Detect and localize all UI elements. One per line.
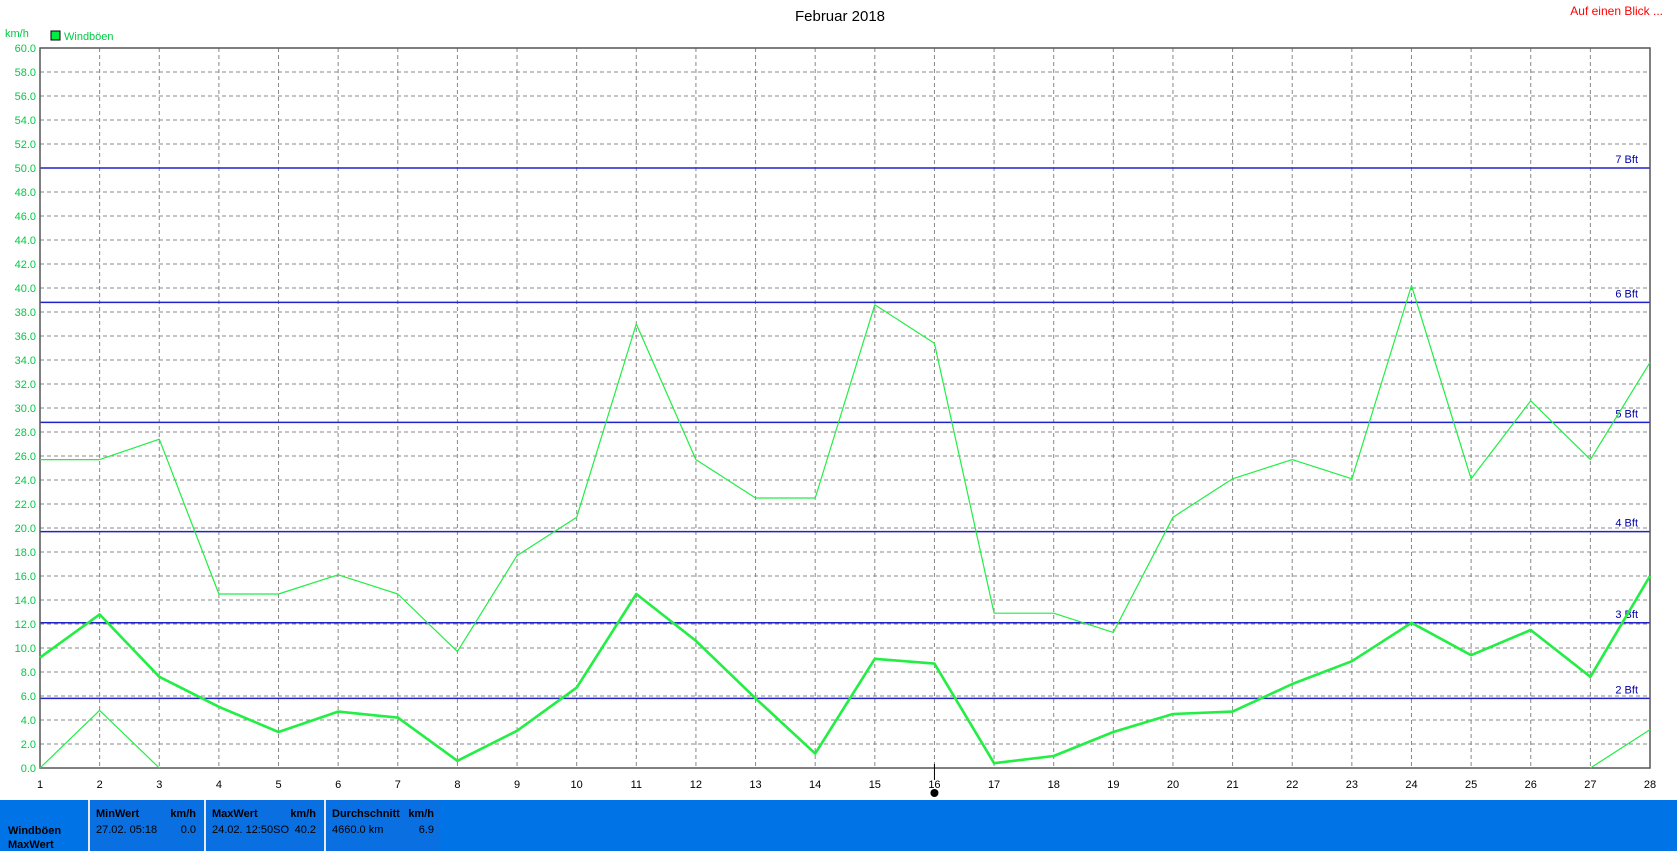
- y-tick-label: 10.0: [15, 643, 36, 655]
- overview-link[interactable]: Auf einen Blick ...: [1570, 4, 1663, 18]
- y-tick-label: 24.0: [15, 475, 36, 487]
- x-tick-label: 13: [749, 779, 761, 791]
- y-tick-label: 30.0: [15, 403, 36, 415]
- avg-unit: km/h: [408, 808, 434, 820]
- y-tick-label: 18.0: [15, 547, 36, 559]
- y-tick-label: 54.0: [15, 115, 36, 127]
- stats-row-labels: Windböen MaxWert: [8, 824, 61, 852]
- max-unit: km/h: [290, 808, 316, 820]
- chart-title: Februar 2018: [795, 8, 885, 25]
- y-tick-label: 26.0: [15, 451, 36, 463]
- max-header: MaxWert: [212, 808, 258, 820]
- axes: 0.0 2.0 4.0 6.0 8.0 10.0 12.0 14.0 16.0 18.0 20.0 2…: [15, 43, 1656, 797]
- x-tick-label: 18: [1048, 779, 1060, 791]
- y-tick-label: 56.0: [15, 91, 36, 103]
- y-tick-label: 38.0: [15, 307, 36, 319]
- y-tick-label: 42.0: [15, 259, 36, 271]
- beaufort-label: 6 Bft: [1615, 288, 1638, 300]
- max-panel: MaxWert km/h 24.02. 12:50SO 40.2: [204, 800, 322, 851]
- avg-value: 6.9: [418, 824, 434, 836]
- y-axis-unit: km/h: [5, 28, 29, 40]
- avg-distance: 4660.0 km: [332, 824, 384, 836]
- x-tick-label: 1: [37, 779, 43, 791]
- y-tick-label: 28.0: [15, 427, 36, 439]
- legend-swatch: [50, 30, 61, 41]
- series-line-max: [40, 285, 1651, 653]
- y-tick-label: 48.0: [15, 187, 36, 199]
- max-value: 40.2: [294, 824, 316, 836]
- x-tick-label: 23: [1346, 779, 1358, 791]
- x-tick-label: 4: [216, 779, 222, 791]
- y-tick-label: 22.0: [15, 499, 36, 511]
- min-header: MinWert: [96, 808, 140, 820]
- stats-row-windboeen: Windböen: [8, 825, 62, 837]
- legend-label[interactable]: Windböen: [64, 31, 114, 43]
- y-tick-label: 50.0: [15, 163, 36, 175]
- beaufort-label: 7 Bft: [1615, 154, 1638, 166]
- stats-bar: Windböen MaxWert MinWert km/h 27.02. 05:1…: [0, 800, 1677, 851]
- avg-panel: Durchschnitt km/h 4660.0 km 6.9: [324, 800, 440, 851]
- y-tick-label: 52.0: [15, 139, 36, 151]
- y-tick-label: 40.0: [15, 283, 36, 295]
- y-tick-label: 58.0: [15, 67, 36, 79]
- wind-chart: Februar 2018 km/h Windböen 2 Bft3 Bft4 B…: [5, 8, 1656, 797]
- x-tick-label: 2: [97, 779, 103, 791]
- x-tick-label: 12: [690, 779, 702, 791]
- x-tick-label: 24: [1405, 779, 1417, 791]
- x-tick-label: 9: [514, 779, 520, 791]
- x-tick-label: 8: [454, 779, 460, 791]
- x-tick-label: 20: [1167, 779, 1179, 791]
- y-tick-label: 36.0: [15, 331, 36, 343]
- y-tick-label: 6.0: [21, 691, 36, 703]
- x-tick-label: 28: [1644, 779, 1656, 791]
- series-line-avg: [39, 575, 1652, 765]
- x-tick-label: 17: [988, 779, 1000, 791]
- y-tick-label: 14.0: [15, 595, 36, 607]
- day-marker-dot: [930, 789, 939, 797]
- y-tick-label: 12.0: [15, 619, 36, 631]
- beaufort-label: 4 Bft: [1615, 518, 1638, 530]
- min-date: 27.02. 05:18: [96, 824, 158, 836]
- avg-header: Durchschnitt: [332, 808, 400, 820]
- grid: [40, 48, 1650, 768]
- y-tick-label: 16.0: [15, 571, 36, 583]
- y-tick-label: 44.0: [15, 235, 36, 247]
- y-tick-label: 20.0: [15, 523, 36, 535]
- x-tick-label: 26: [1525, 779, 1537, 791]
- x-tick-label: 15: [869, 779, 881, 791]
- x-tick-label: 14: [809, 779, 821, 791]
- x-tick-label: 6: [335, 779, 341, 791]
- y-tick-label: 8.0: [21, 667, 36, 679]
- y-tick-label: 34.0: [15, 355, 36, 367]
- stats-row-maxwert: MaxWert: [8, 839, 54, 851]
- y-tick-label: 2.0: [21, 739, 36, 751]
- x-tick-label: 27: [1584, 779, 1596, 791]
- series-line-min: [39, 709, 1651, 769]
- min-unit: km/h: [170, 808, 196, 820]
- y-tick-label: 0.0: [21, 763, 36, 775]
- max-date: 24.02. 12:50SO: [212, 824, 290, 836]
- y-tick-label: 4.0: [21, 715, 36, 727]
- x-tick-label: 10: [571, 779, 583, 791]
- x-tick-label: 11: [631, 779, 642, 791]
- y-tick-label: 32.0: [15, 379, 36, 391]
- y-tick-label: 46.0: [15, 211, 36, 223]
- x-tick-label: 3: [156, 779, 162, 791]
- x-tick-label: 19: [1107, 779, 1119, 791]
- beaufort-label: 2 Bft: [1615, 684, 1638, 696]
- x-tick-label: 7: [395, 779, 401, 791]
- x-tick-label: 21: [1226, 779, 1238, 791]
- min-value: 0.0: [180, 824, 196, 836]
- beaufort-lines: 2 Bft3 Bft4 Bft5 Bft6 Bft7 Bft: [40, 154, 1650, 700]
- y-tick-label: 60.0: [15, 43, 36, 55]
- x-tick-label: 5: [275, 779, 281, 791]
- min-panel: MinWert km/h 27.02. 05:18 0.0: [88, 800, 202, 851]
- x-tick-label: 25: [1465, 779, 1477, 791]
- x-tick-label: 22: [1286, 779, 1298, 791]
